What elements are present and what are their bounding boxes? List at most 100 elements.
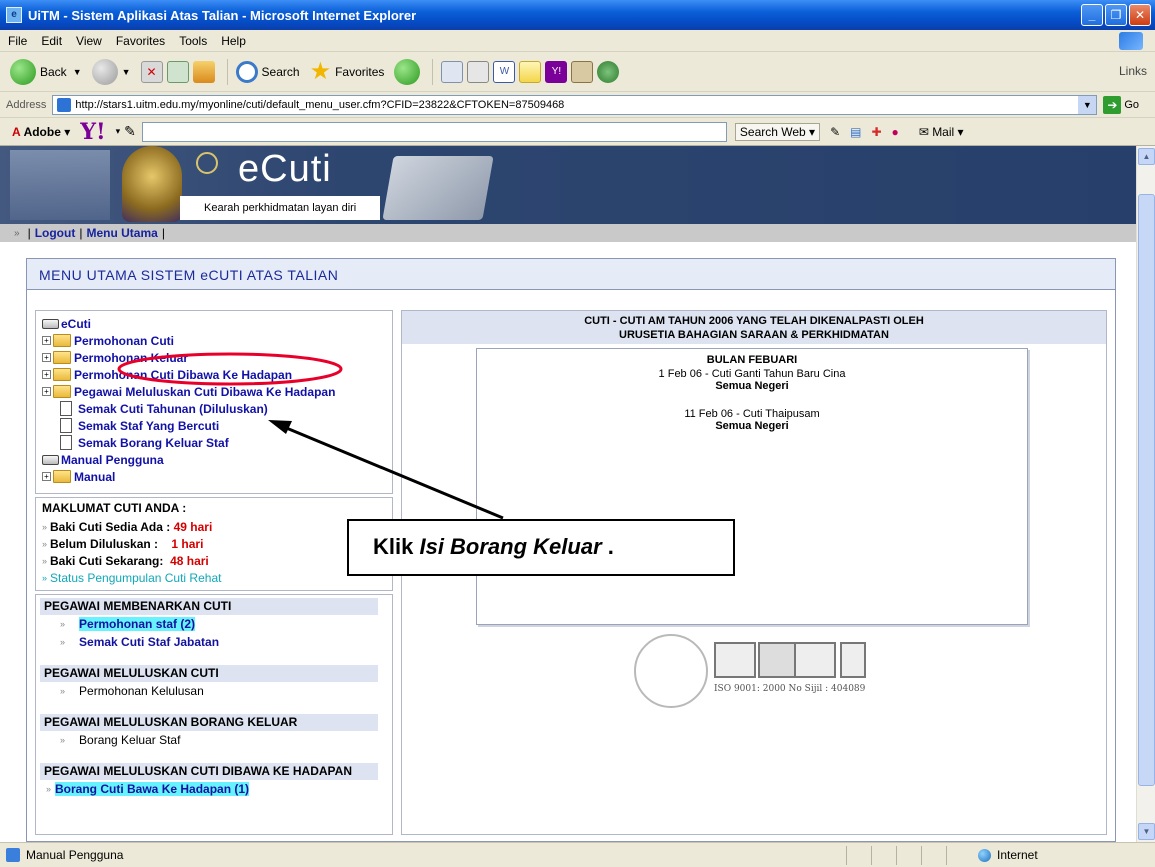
tree-item-permohonan-cuti[interactable]: + Permohonan Cuti [42,332,386,349]
stop-icon[interactable]: ✕ [140,60,163,83]
leave-info-panel: MAKLUMAT CUTI ANDA : » Baki Cuti Sedia Ad… [35,497,393,591]
msn-icon[interactable] [597,60,620,83]
search-label: Search [261,64,300,79]
back-dropdown-icon[interactable]: ▼ [73,67,82,77]
holiday-entry: 1 Feb 06 - Cuti Ganti Tahun Baru Cina [658,368,846,380]
highlight-icon[interactable]: ✎ [830,125,840,139]
history-icon[interactable] [394,58,421,85]
yahoo-logo[interactable]: Y! [80,119,105,145]
logout-link[interactable]: Logout [35,226,76,240]
nav-chevron-icon: » [14,227,20,239]
edit-word-icon[interactable]: W [493,60,516,83]
go-button[interactable]: ➔ Go [1103,95,1140,114]
cert-r-icon [714,642,756,678]
info-row-baki-sekarang: » Baki Cuti Sekarang: 48 hari [42,553,209,568]
home-icon[interactable] [192,60,215,83]
tree-item-pegawai-meluluskan[interactable]: + Pegawai Meluluskan Cuti Dibawa Ke Hada… [42,383,386,400]
status-pengumpulan-link[interactable]: » Status Pengumpulan Cuti Rehat [42,569,386,586]
expand-icon[interactable]: + [42,370,51,379]
tree-item-semak-borang-keluar[interactable]: Semak Borang Keluar Staf [42,434,386,451]
tree-item-semak-cuti-tahunan[interactable]: Semak Cuti Tahunan (Diluluskan) [42,400,386,417]
notes-icon[interactable] [519,60,542,83]
refresh-icon[interactable] [166,60,189,83]
forward-button[interactable]: ▼ [91,58,131,85]
yahoo-360-icon[interactable]: ● [892,125,899,139]
yahoo-toolbar: A Adobe ▾ Y! ▾ ✎ Search Web ▾ ✎ ▤ ✚ ● ✉ … [0,118,1155,146]
tree-item-permohonan-cuti-dibawa[interactable]: + Permohonan Cuti Dibawa Ke Hadapan [42,366,386,383]
close-button[interactable]: ✕ [1129,4,1151,26]
ecuti-logo-icon [196,152,218,174]
vertical-scrollbar[interactable]: ▲ ▼ [1136,146,1155,842]
instruction-callout: Klik Isi Borang Keluar . [347,519,735,576]
address-label: Address [6,98,47,111]
print-icon[interactable] [467,60,490,83]
expand-icon[interactable]: + [42,353,51,362]
menu-file[interactable]: File [8,34,27,48]
adobe-button[interactable]: A Adobe ▾ [12,125,70,139]
address-field[interactable]: http://stars1.uitm.edu.my/myonline/cuti/… [52,94,1098,115]
semak-cuti-staf-jabatan-link[interactable]: » Semak Cuti Staf Jabatan [40,633,388,651]
toolbar-divider [226,58,228,85]
forward-arrow-icon [91,58,118,85]
yahoo-search-input[interactable] [141,121,727,142]
window-titlebar: e UiTM - Sistem Aplikasi Atas Talian - M… [0,0,1155,30]
forward-dropdown-icon[interactable]: ▼ [122,67,131,77]
minimize-button[interactable]: _ [1081,4,1103,26]
menu-utama-link[interactable]: Menu Utama [86,226,157,240]
menu-favorites[interactable]: Favorites [116,34,165,48]
mail-icon[interactable] [441,60,464,83]
toolbar-divider [432,58,434,85]
windows-logo-icon [1119,32,1143,50]
yahoo-dropdown-icon[interactable]: ▾ [116,126,121,137]
tree-item-manual[interactable]: + Manual [42,468,386,485]
go-label: Go [1124,98,1140,111]
research-icon[interactable] [571,60,594,83]
ie-app-icon: e [6,7,22,23]
address-dropdown-icon[interactable]: ▼ [1078,95,1097,114]
status-bar: Manual Pengguna Internet [0,842,1155,867]
security-zone: Internet [978,848,1038,862]
back-button[interactable]: Back ▼ [10,58,82,85]
menu-tools[interactable]: Tools [179,34,207,48]
favorites-label: Favorites [335,64,385,79]
bookmark-icon[interactable]: ▤ [850,125,861,139]
menu-edit[interactable]: Edit [41,34,62,48]
borang-cuti-bawa-link[interactable]: » Borang Cuti Bawa Ke Hadapan (1) [40,780,388,798]
address-bar: Address http://stars1.uitm.edu.my/myonli… [0,92,1155,118]
antispy-icon[interactable]: ✚ [871,125,881,139]
yahoo-mail-button[interactable]: ✉ Mail ▾ [919,125,964,139]
borang-keluar-staf-link[interactable]: » Borang Keluar Staf [40,731,388,749]
pencil-icon[interactable]: ✎ [124,123,136,140]
tree-item-permohonan-keluar[interactable]: + Permohonan Keluar [42,349,386,366]
expand-icon[interactable]: + [42,472,51,481]
search-button[interactable]: Search [235,60,300,83]
restore-button[interactable]: ❐ [1105,4,1127,26]
document-icon [60,401,72,416]
holiday-states: Semua Negeri [715,420,789,432]
folder-icon [53,385,71,398]
status-text: Manual Pengguna [26,848,124,862]
links-label[interactable]: Links [1119,64,1147,78]
permohonan-kelulusan-link[interactable]: » Permohonan Kelulusan [40,682,388,700]
menu-view[interactable]: View [76,34,102,48]
permohonan-staf-link[interactable]: » Permohonan staf (2) [40,615,388,633]
back-label: Back [40,64,67,79]
search-web-button[interactable]: Search Web ▾ [734,122,821,141]
messenger-icon[interactable]: Y! [545,60,568,83]
info-row-baki-sedia-ada: » Baki Cuti Sedia Ada : 49 hari [42,519,213,534]
scroll-thumb[interactable] [1138,194,1155,786]
expand-icon[interactable]: + [42,336,51,345]
scroll-up-icon[interactable]: ▲ [1138,148,1155,165]
tree-item-semak-staf-bercuti[interactable]: Semak Staf Yang Bercuti [42,417,386,434]
expand-icon[interactable]: + [42,387,51,396]
menu-help[interactable]: Help [221,34,246,48]
ecuti-tree-menu: eCuti + Permohonan Cuti + Permohonan Kel… [35,310,393,494]
tree-item-manual-pengguna[interactable]: Manual Pengguna [42,451,386,468]
document-icon [60,418,72,433]
tree-item-ecuti[interactable]: eCuti [42,315,386,332]
holiday-states: Semua Negeri [715,380,789,392]
folder-icon [53,368,71,381]
status-dividers [846,846,947,865]
favorites-button[interactable]: ★ Favorites [310,59,385,84]
scroll-down-icon[interactable]: ▼ [1138,823,1155,840]
